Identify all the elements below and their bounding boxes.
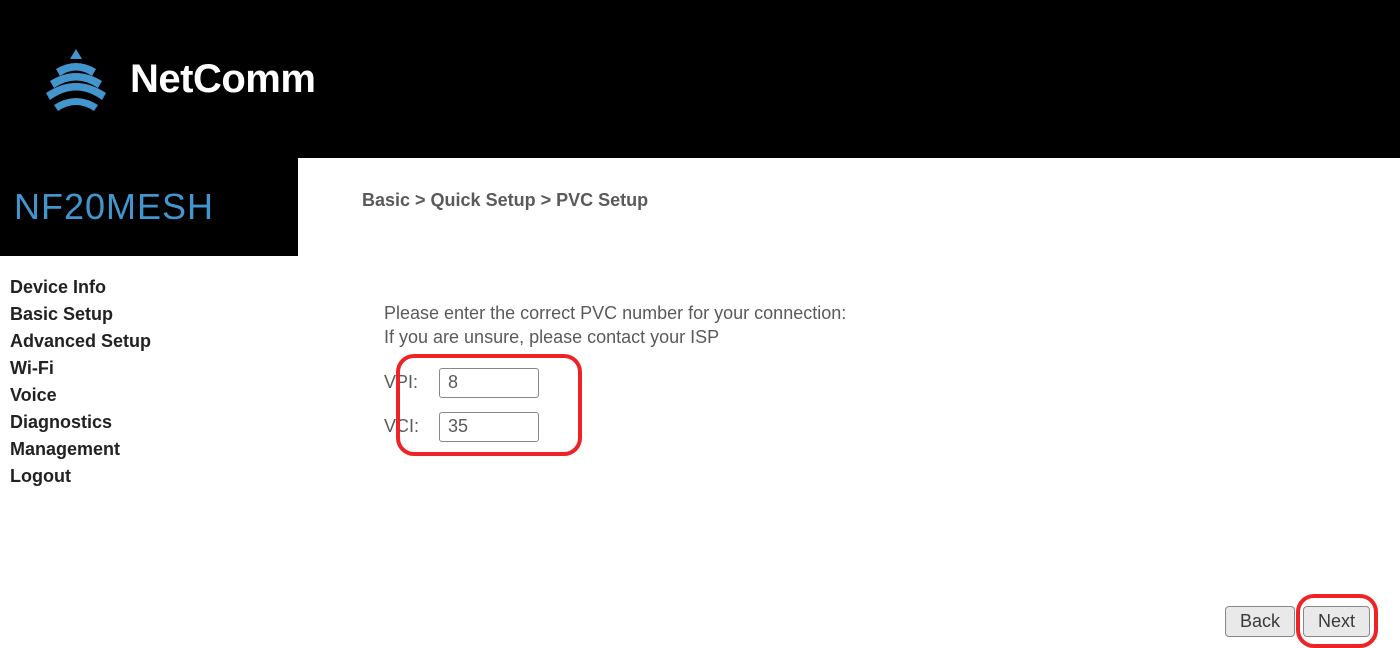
nav-basic-setup[interactable]: Basic Setup — [10, 301, 298, 328]
model-name: NF20MESH — [14, 186, 214, 228]
brand-name: NetComm — [130, 57, 315, 102]
vci-label: VCI: — [384, 416, 439, 437]
instruction-text: Please enter the correct PVC number for … — [384, 301, 1370, 350]
pvc-form: VPI: VCI: — [384, 368, 1370, 442]
button-row: Back Next — [1225, 606, 1370, 637]
nav-wifi[interactable]: Wi-Fi — [10, 355, 298, 382]
main-content: Basic > Quick Setup > PVC Setup Please e… — [298, 158, 1400, 490]
instruction-line-1: Please enter the correct PVC number for … — [384, 301, 1370, 325]
netcomm-wifi-icon — [40, 43, 112, 115]
back-button[interactable]: Back — [1225, 606, 1295, 637]
nav-logout[interactable]: Logout — [10, 463, 298, 490]
next-button[interactable]: Next — [1303, 606, 1370, 637]
model-box: NF20MESH — [0, 158, 298, 256]
logo: NetComm — [40, 43, 315, 115]
instruction-line-2: If you are unsure, please contact your I… — [384, 325, 1370, 349]
nav-voice[interactable]: Voice — [10, 382, 298, 409]
nav: Device Info Basic Setup Advanced Setup W… — [0, 256, 298, 490]
vpi-input[interactable] — [439, 368, 539, 398]
vci-input[interactable] — [439, 412, 539, 442]
header: NetComm — [0, 0, 1400, 158]
sidebar: NF20MESH Device Info Basic Setup Advance… — [0, 158, 298, 490]
nav-diagnostics[interactable]: Diagnostics — [10, 409, 298, 436]
vpi-label: VPI: — [384, 372, 439, 393]
breadcrumb: Basic > Quick Setup > PVC Setup — [362, 190, 1370, 211]
nav-management[interactable]: Management — [10, 436, 298, 463]
nav-device-info[interactable]: Device Info — [10, 274, 298, 301]
nav-advanced-setup[interactable]: Advanced Setup — [10, 328, 298, 355]
